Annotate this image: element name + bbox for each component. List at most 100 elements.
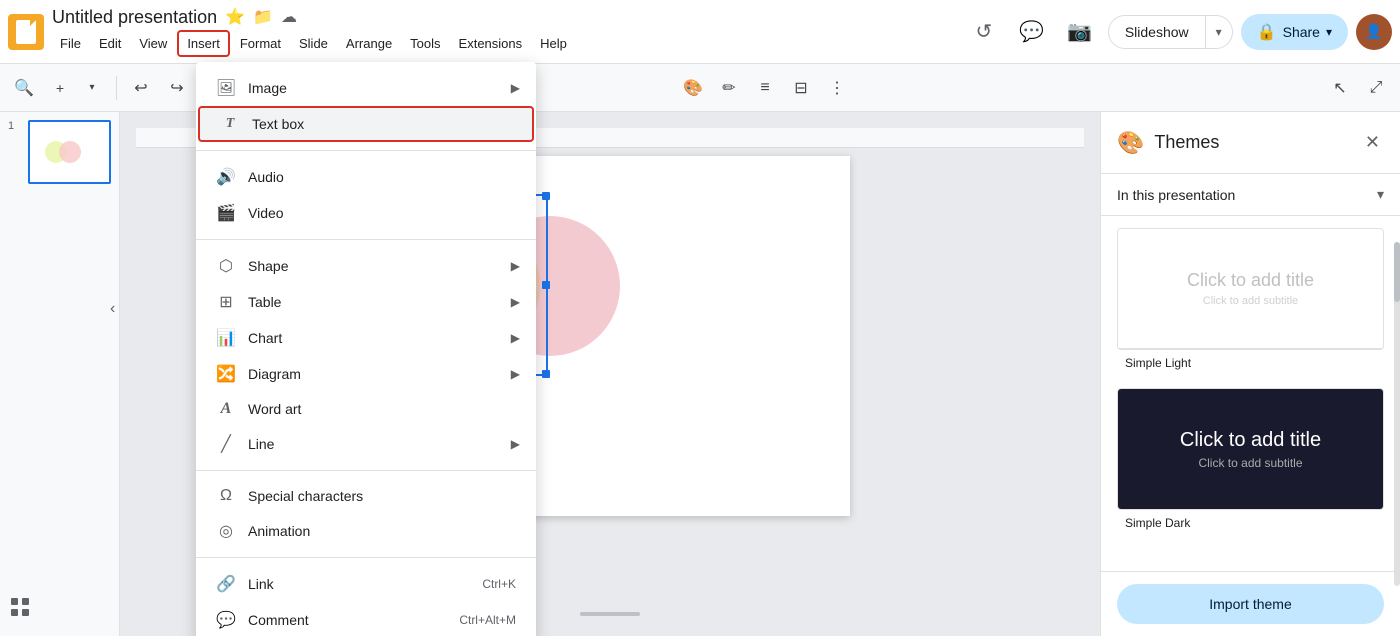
themes-scrollbar[interactable] (1394, 242, 1400, 586)
redo-button[interactable]: ↪ (161, 72, 193, 104)
themes-scrollbar-thumb[interactable] (1394, 242, 1400, 302)
arrange-menu[interactable]: Arrange (338, 32, 400, 55)
share-label: Share (1283, 24, 1320, 40)
theme-card-simple-light[interactable]: Click to add title Click to add subtitle… (1117, 228, 1384, 376)
theme-preview-light: Click to add title Click to add subtitle (1118, 229, 1383, 349)
scroll-indicator (580, 612, 640, 616)
top-right-controls: ↺ 💬 📷 Slideshow ▾ 🔒 Share ▾ 👤 (964, 12, 1392, 52)
fill-color-icon[interactable]: 🎨 (677, 72, 709, 104)
insert-wordart-label: Word art (248, 401, 520, 417)
thumb-venn (45, 134, 95, 170)
themes-content: Click to add title Click to add subtitle… (1101, 216, 1400, 571)
thumb-circle-pink (59, 141, 81, 163)
shape-icon: ⬡ (212, 256, 240, 276)
import-theme-button[interactable]: Import theme (1117, 584, 1384, 624)
top-bar: Untitled presentation ⭐ 📁 ☁ File Edit Vi… (0, 0, 1400, 64)
link-icon: 🔗 (212, 574, 240, 594)
edit-menu[interactable]: Edit (91, 32, 129, 55)
insert-wordart-item[interactable]: A Word art (196, 392, 536, 426)
insert-link-item[interactable]: 🔗 Link Ctrl+K (196, 566, 536, 602)
insert-menu[interactable]: Insert (177, 30, 230, 57)
insert-audio-item[interactable]: 🔊 Audio (196, 159, 536, 195)
view-menu[interactable]: View (131, 32, 175, 55)
themes-icon: 🎨 (1117, 130, 1144, 156)
insert-image-label: Image (248, 80, 511, 96)
slide-number: 1 (8, 120, 22, 132)
insert-audio-label: Audio (248, 169, 520, 185)
search-icon[interactable]: 🔍 (8, 72, 40, 104)
theme-card-title: Click to add title (1187, 270, 1314, 291)
comments-icon[interactable]: 💬 (1012, 12, 1052, 52)
theme-card-simple-dark[interactable]: Click to add title Click to add subtitle… (1117, 388, 1384, 536)
chart-icon: 📊 (212, 328, 240, 348)
insert-comment-item[interactable]: 💬 Comment Ctrl+Alt+M (196, 602, 536, 636)
insert-textbox-item[interactable]: T Text box (198, 106, 534, 142)
line-color-icon[interactable]: ✏ (713, 72, 745, 104)
help-menu[interactable]: Help (532, 32, 575, 55)
chart-submenu-arrow: ▶ (511, 331, 520, 345)
insert-image-item[interactable]: 🖼 Image ▶ (196, 70, 536, 106)
extensions-menu[interactable]: Extensions (451, 32, 531, 55)
grid-view-icon[interactable] (8, 595, 32, 624)
theme-name-simple-light: Simple Light (1117, 350, 1384, 376)
slide-thumb-box[interactable] (28, 120, 111, 184)
camera-icon[interactable]: 📷 (1060, 12, 1100, 52)
insert-video-item[interactable]: 🎬 Video (196, 195, 536, 231)
zoom-in-button[interactable]: + (44, 72, 76, 104)
diagram-icon: 🔀 (212, 364, 240, 384)
format-menu[interactable]: Format (232, 32, 289, 55)
comment-shortcut: Ctrl+Alt+M (459, 613, 516, 627)
app-icon[interactable] (8, 14, 44, 50)
slideshow-label: Slideshow (1109, 16, 1206, 48)
themes-filter-dropdown-icon[interactable]: ▾ (1377, 186, 1384, 203)
tools-menu[interactable]: Tools (402, 32, 448, 55)
themes-close-button[interactable]: ✕ (1361, 128, 1384, 157)
themes-filter-label: In this presentation (1117, 187, 1377, 203)
wordart-icon: A (212, 400, 240, 418)
folder-icon[interactable]: 📁 (253, 7, 273, 27)
insert-dropdown-menu: 🖼 Image ▶ T Text box 🔊 Audio 🎬 Video ⬡ S… (196, 62, 536, 636)
insert-line-item[interactable]: ╱ Line ▶ (196, 426, 536, 462)
insert-table-label: Table (248, 294, 511, 310)
handle-bottom-right[interactable] (542, 370, 550, 378)
theme-card-inner-dark[interactable]: Click to add title Click to add subtitle (1117, 388, 1384, 510)
avatar[interactable]: 👤 (1356, 14, 1392, 50)
table-submenu-arrow: ▶ (511, 295, 520, 309)
insert-diagram-item[interactable]: 🔀 Diagram ▶ (196, 356, 536, 392)
handle-middle-right[interactable] (542, 281, 550, 289)
theme-dark-title: Click to add title (1180, 429, 1321, 452)
align-icon[interactable]: ≡ (749, 72, 781, 104)
handle-top-right[interactable] (542, 192, 550, 200)
animation-icon: ◎ (212, 521, 240, 541)
star-icon[interactable]: ⭐ (225, 7, 245, 27)
undo-button[interactable]: ↩ (125, 72, 157, 104)
share-button[interactable]: 🔒 Share ▾ (1241, 14, 1348, 50)
insert-animation-item[interactable]: ◎ Animation (196, 513, 536, 549)
insert-specialchars-label: Special characters (248, 488, 520, 504)
cloud-icon[interactable]: ☁ (281, 7, 297, 27)
insert-chart-item[interactable]: 📊 Chart ▶ (196, 320, 536, 356)
history-icon[interactable]: ↺ (964, 12, 1004, 52)
insert-table-item[interactable]: ⊞ Table ▶ (196, 284, 536, 320)
insert-specialchars-item[interactable]: Ω Special characters (196, 479, 536, 513)
theme-preview-dark: Click to add title Click to add subtitle (1118, 389, 1383, 509)
comment-icon: 💬 (212, 610, 240, 630)
insert-shape-item[interactable]: ⬡ Shape ▶ (196, 248, 536, 284)
toolbar-separator-1 (116, 76, 117, 100)
slide-menu[interactable]: Slide (291, 32, 336, 55)
file-menu[interactable]: File (52, 32, 89, 55)
slide-panel: 1 (0, 112, 120, 636)
video-icon: 🎬 (212, 203, 240, 223)
sidebar-collapse-button[interactable]: ‹ (110, 300, 115, 318)
slide-thumbnail-1[interactable]: 1 (8, 120, 111, 184)
more-icon[interactable]: ⋮ (821, 72, 853, 104)
expand-icon[interactable]: ⤢ (1360, 72, 1392, 104)
slideshow-dropdown-icon[interactable]: ▾ (1206, 17, 1232, 47)
themes-panel: 🎨 Themes ✕ In this presentation ▾ Click … (1100, 112, 1400, 636)
select-icon[interactable]: ↖ (1324, 72, 1356, 104)
distribute-icon[interactable]: ⊟ (785, 72, 817, 104)
theme-card-inner-light[interactable]: Click to add title Click to add subtitle (1117, 228, 1384, 350)
zoom-dropdown-icon[interactable]: ▾ (76, 72, 108, 104)
themes-filter[interactable]: In this presentation ▾ (1101, 174, 1400, 216)
slideshow-button[interactable]: Slideshow ▾ (1108, 15, 1233, 49)
